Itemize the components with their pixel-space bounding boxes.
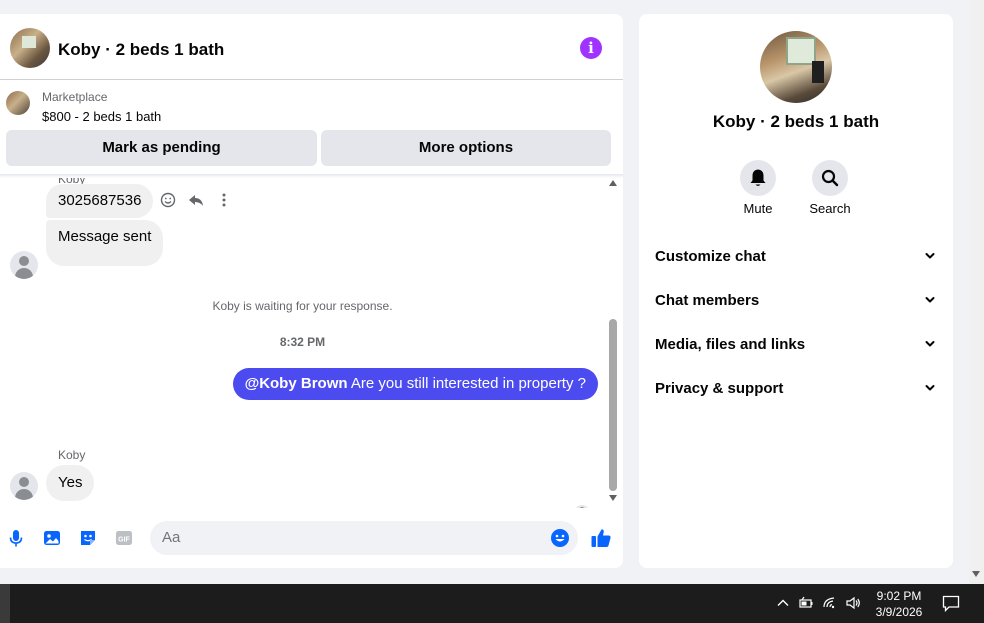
system-clock[interactable]: 9:02 PM 3/9/2026 — [872, 588, 926, 620]
customize-chat-section[interactable]: Customize chat — [655, 245, 937, 269]
more-options-button[interactable]: More options — [321, 130, 611, 166]
waiting-status: Koby is waiting for your response. — [212, 299, 393, 313]
chevron-down-icon — [925, 341, 935, 347]
microphone-icon[interactable] — [6, 528, 26, 548]
scroll-thumb[interactable] — [609, 319, 617, 491]
thumbs-up-icon[interactable] — [590, 527, 612, 549]
chat-header: Koby · 2 beds 1 bath i — [0, 14, 623, 80]
message-actions — [160, 192, 232, 208]
chat-panel: Koby · 2 beds 1 bath i Marketplace $800 … — [0, 14, 623, 568]
privacy-support-section[interactable]: Privacy & support — [655, 377, 937, 401]
message-scrollbar[interactable] — [607, 180, 619, 502]
avatar[interactable] — [10, 472, 38, 500]
page-scroll-down-arrow-icon[interactable] — [972, 571, 980, 577]
gif-icon[interactable]: GIF — [114, 528, 134, 548]
more-vertical-icon[interactable] — [216, 192, 232, 208]
scroll-down-arrow-icon[interactable] — [609, 495, 617, 501]
section-label: Customize chat — [655, 248, 766, 265]
mention[interactable]: @Koby Brown — [245, 375, 348, 392]
message-list: Koby 3025687536 Message sent Koby is wai… — [0, 178, 605, 508]
avatar[interactable] — [10, 251, 38, 279]
marketplace-listing[interactable]: Marketplace $800 - 2 beds 1 bath — [0, 81, 623, 126]
page-scrollbar[interactable] — [969, 0, 984, 584]
sticker-icon[interactable] — [78, 528, 98, 548]
search-button[interactable] — [812, 160, 848, 196]
search-label: Search — [809, 201, 851, 216]
outgoing-message-text: Are you still interested in property ? — [347, 375, 586, 392]
info-icon[interactable]: i — [580, 37, 602, 59]
chat-title[interactable]: Koby · 2 beds 1 bath — [58, 40, 224, 60]
sender-name: Koby — [58, 448, 86, 462]
battery-icon[interactable] — [798, 595, 814, 611]
chevron-down-icon — [925, 297, 935, 303]
conversation-info-panel: Koby · 2 beds 1 bath Mute Search Customi… — [639, 14, 953, 568]
listing-avatar[interactable] — [10, 28, 50, 68]
section-label: Privacy & support — [655, 380, 784, 397]
photo-icon[interactable] — [42, 528, 62, 548]
message-bubble[interactable]: Yes — [46, 465, 95, 501]
listing-price: $800 - 2 beds 1 bath — [42, 109, 162, 124]
taskbar: 9:02 PM 3/9/2026 — [0, 584, 984, 623]
chevron-up-icon[interactable] — [775, 595, 791, 611]
taskbar-edge[interactable] — [0, 584, 10, 623]
bell-icon — [750, 169, 766, 186]
message-input[interactable] — [150, 521, 578, 555]
reply-icon[interactable] — [188, 192, 204, 208]
notification-center-icon[interactable] — [942, 595, 960, 612]
marketplace-label: Marketplace — [42, 90, 108, 104]
listing-thumbnail — [6, 91, 30, 115]
outgoing-message-bubble[interactable]: @Koby Brown Are you still interested in … — [232, 368, 598, 400]
chevron-down-icon — [925, 385, 935, 391]
search-icon — [821, 169, 839, 187]
svg-text:GIF: GIF — [118, 537, 130, 544]
message-bubble[interactable]: 3025687536 — [46, 184, 154, 218]
message-bubble[interactable]: Message sent — [46, 220, 164, 266]
mute-button[interactable] — [740, 160, 776, 196]
react-emoji-icon[interactable] — [160, 192, 176, 208]
chevron-down-icon — [925, 253, 935, 259]
composer: GIF — [0, 514, 623, 562]
listing-photo-avatar[interactable] — [760, 31, 832, 103]
mute-label: Mute — [743, 201, 773, 216]
clock-time: 9:02 PM — [876, 589, 922, 603]
network-icon[interactable] — [822, 595, 838, 611]
section-label: Media, files and links — [655, 336, 806, 353]
clock-date: 3/9/2026 — [875, 605, 923, 619]
emoji-icon[interactable] — [550, 528, 570, 548]
scroll-up-arrow-icon[interactable] — [609, 180, 617, 186]
info-panel-title: Koby · 2 beds 1 bath — [712, 112, 880, 131]
section-label: Chat members — [655, 292, 760, 309]
mark-as-pending-button[interactable]: Mark as pending — [6, 130, 317, 166]
chat-members-section[interactable]: Chat members — [655, 289, 937, 313]
timestamp: 8:32 PM — [279, 335, 326, 349]
media-files-links-section[interactable]: Media, files and links — [655, 333, 937, 357]
volume-icon[interactable] — [845, 595, 861, 611]
seen-indicator-avatar — [575, 505, 589, 508]
